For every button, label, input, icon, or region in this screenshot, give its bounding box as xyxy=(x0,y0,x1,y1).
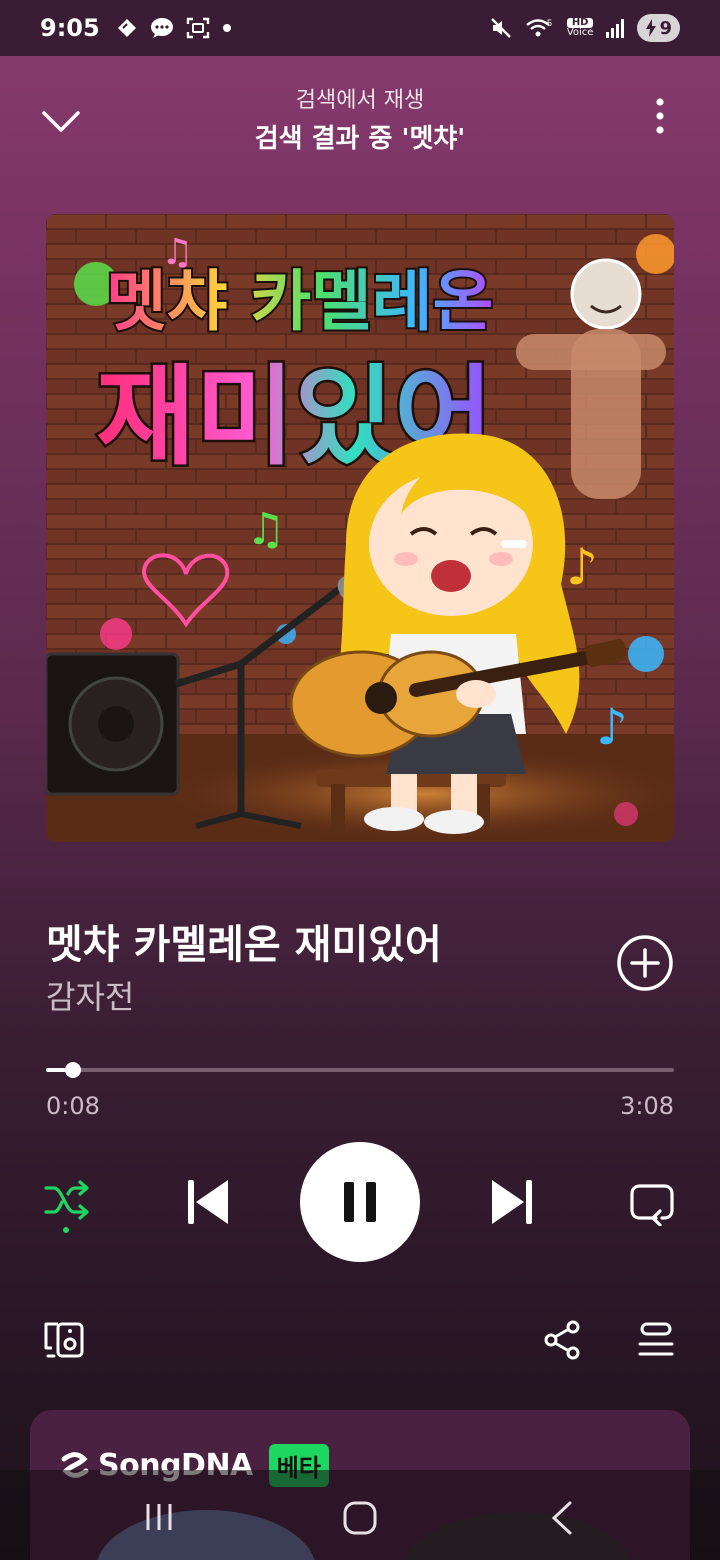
mute-icon xyxy=(490,18,511,38)
progress-slider[interactable] xyxy=(46,1060,674,1080)
battery-indicator: 9 xyxy=(637,14,680,42)
pause-icon xyxy=(344,1182,376,1222)
total-time: 3:08 xyxy=(620,1092,674,1120)
status-bar: 9:05 5 HD Voice 9 xyxy=(0,0,720,56)
status-system-icons: 5 HD Voice 9 xyxy=(489,14,680,42)
skip-next-icon[interactable] xyxy=(484,1174,540,1230)
player-header: 검색에서 재생 검색 결과 중 '멧챠' xyxy=(0,56,720,176)
pause-button[interactable] xyxy=(300,1142,420,1262)
share-icon[interactable] xyxy=(542,1318,582,1362)
home-icon[interactable] xyxy=(342,1500,378,1536)
hd-voice-badge: HD Voice xyxy=(566,17,594,38)
battery-level: 9 xyxy=(659,17,672,39)
album-artwork-illustration: 멧챠 카멜레온 재미있어 ♫ ♫ ♪ ♪ xyxy=(46,214,674,842)
dot-notification-icon xyxy=(222,24,231,32)
shuffle-icon[interactable] xyxy=(42,1176,94,1236)
add-circle-icon[interactable] xyxy=(616,934,674,992)
playing-context-title[interactable]: 검색 결과 중 '멧챠' xyxy=(0,118,720,155)
svg-text:멧챠 카멜레온: 멧챠 카멜레온 xyxy=(106,263,493,340)
diamond-notification-icon xyxy=(117,19,136,37)
skip-previous-icon[interactable] xyxy=(180,1174,236,1230)
charging-icon xyxy=(646,19,657,37)
svg-text:♪: ♪ xyxy=(566,538,598,596)
progress-thumb[interactable] xyxy=(65,1062,81,1078)
queue-icon[interactable] xyxy=(636,1318,676,1362)
recent-apps-icon[interactable] xyxy=(142,1502,176,1532)
repeat-icon[interactable] xyxy=(626,1178,678,1226)
status-notification-icons xyxy=(116,17,232,39)
elapsed-time: 0:08 xyxy=(46,1092,100,1120)
screenshot-notification-icon xyxy=(186,17,209,39)
system-navigation-bar xyxy=(0,1470,720,1560)
back-icon[interactable] xyxy=(548,1500,576,1536)
wifi-icon: 5 xyxy=(526,18,552,37)
more-vertical-icon[interactable] xyxy=(636,94,684,142)
svg-text:♪: ♪ xyxy=(596,698,628,756)
track-artist[interactable]: 감자전 xyxy=(46,972,134,1018)
svg-text:♫: ♫ xyxy=(246,504,285,555)
status-time: 9:05 xyxy=(40,14,100,42)
svg-text:5: 5 xyxy=(547,18,552,28)
message-notification-icon xyxy=(150,18,173,38)
album-artwork: 멧챠 카멜레온 재미있어 ♫ ♫ ♪ ♪ xyxy=(46,214,674,842)
svg-text:♫: ♫ xyxy=(161,232,193,273)
progress-track xyxy=(46,1068,674,1072)
playing-context-label: 검색에서 재생 xyxy=(295,88,425,113)
track-title[interactable]: 멧챠 카멜레온 재미있어 xyxy=(46,912,442,970)
connect-device-icon[interactable] xyxy=(42,1318,86,1362)
signal-icon xyxy=(606,19,625,38)
